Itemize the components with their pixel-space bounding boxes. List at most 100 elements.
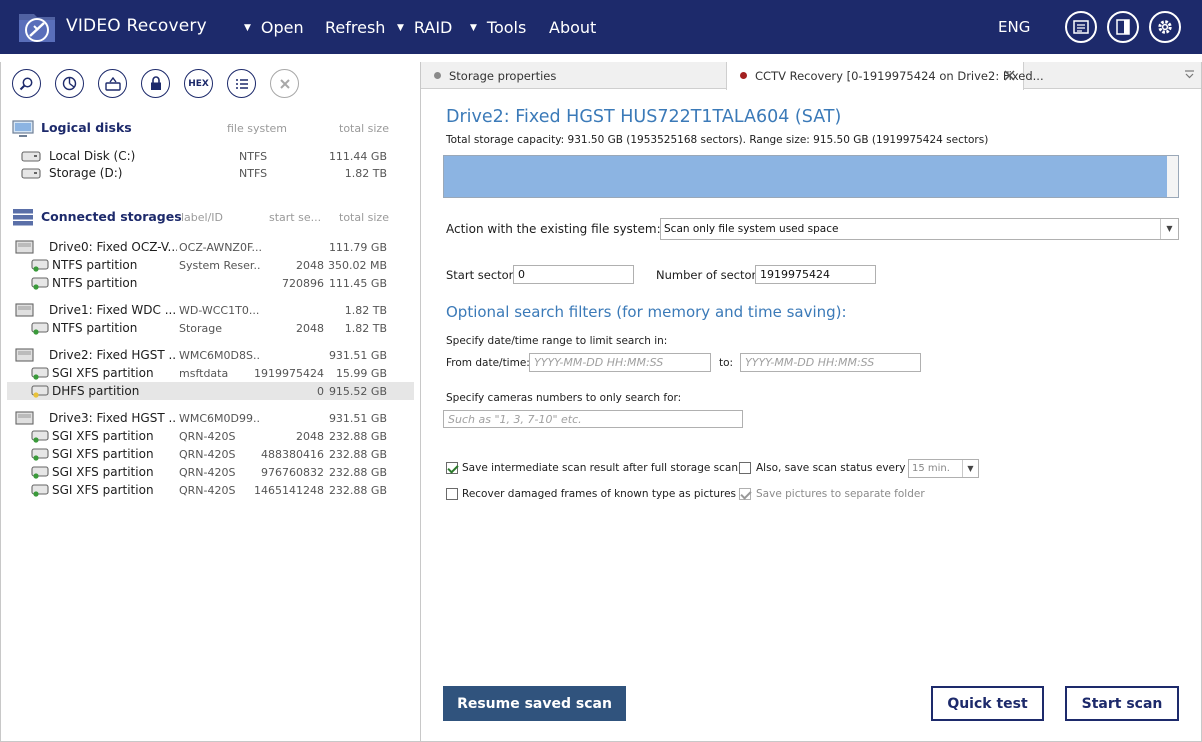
disk-name: Storage (D:) xyxy=(49,166,123,180)
action-select[interactable]: Scan only file system used space ▼ xyxy=(660,218,1179,240)
col-start-sector: start se... xyxy=(269,211,322,224)
panel-toggle-button[interactable] xyxy=(1107,11,1139,43)
tab-label: CCTV Recovery [0-1919975424 on Drive2: F… xyxy=(755,69,1044,83)
chevron-down-icon: ▼ xyxy=(1160,219,1178,239)
date-range-hint: Specify date/time range to limit search … xyxy=(446,335,668,347)
resume-saved-scan-button[interactable]: Resume saved scan xyxy=(443,686,626,721)
storage-name: SGI XFS partition xyxy=(52,483,154,497)
disk-name: Local Disk (C:) xyxy=(49,149,136,163)
partition-row[interactable]: SGI XFS partition QRN-420S 488380416 232.88… xyxy=(7,445,414,463)
disk-fs: NTFS xyxy=(239,150,268,163)
partition-row[interactable]: SGI XFS partition QRN-420S 976760832 232.88… xyxy=(7,463,414,481)
tab-cctv-recovery[interactable]: CCTV Recovery [0-1919975424 on Drive2: F… xyxy=(726,62,1044,90)
to-date-input[interactable] xyxy=(740,353,921,372)
close-button[interactable] xyxy=(270,69,299,98)
chevron-down-icon: ▼ xyxy=(962,460,978,477)
from-date-label: From date/time: xyxy=(446,357,530,369)
panel-icon xyxy=(1116,19,1130,35)
number-of-sectors-input[interactable] xyxy=(755,265,876,284)
range-bar[interactable] xyxy=(443,155,1179,198)
menu-tools-label: Tools xyxy=(486,18,527,37)
partition-icon xyxy=(31,367,49,380)
menu-refresh[interactable]: Refresh xyxy=(325,18,385,37)
logical-disks-header: Logical disks xyxy=(41,120,132,135)
tab-dot-icon xyxy=(740,72,747,79)
col-storage-size: total size xyxy=(339,211,389,224)
partition-row[interactable]: NTFS partition System Reser... 2048 350.02 … xyxy=(7,256,414,274)
partition-row[interactable]: SGI XFS partition msftdata 1919975424 15.99… xyxy=(7,364,414,382)
language-selector[interactable]: ENG xyxy=(998,18,1030,36)
partition-row[interactable]: SGI XFS partition QRN-420S 1465141248 232.8… xyxy=(7,481,414,499)
search-button[interactable] xyxy=(12,69,41,98)
tab-storage-properties[interactable]: Storage properties xyxy=(421,62,726,89)
partition-row[interactable]: NTFS partition 720896 111.45 GB xyxy=(7,274,414,292)
storage-label: WMC6M0D8S... xyxy=(179,349,261,362)
chart-icon xyxy=(62,76,77,91)
storage-size: 931.51 GB xyxy=(328,412,387,425)
cameras-hint: Specify cameras numbers to only search f… xyxy=(446,392,682,404)
hex-button[interactable]: HEX xyxy=(184,69,213,98)
menu-raid[interactable]: ▼ RAID xyxy=(397,18,452,37)
drive-row[interactable]: Drive2: Fixed HGST ... WMC6M0D8S... 931.51… xyxy=(7,346,414,364)
save-status-checkbox[interactable] xyxy=(739,462,751,474)
partition-icon xyxy=(31,322,49,335)
storage-name: DHFS partition xyxy=(52,384,140,398)
range-bar-fill xyxy=(444,156,1167,197)
drive-row[interactable]: Drive0: Fixed OCZ-V... OCZ-AWNZ0F... 111.7… xyxy=(7,238,414,256)
list-icon xyxy=(235,78,248,89)
recover-frames-checkbox[interactable] xyxy=(446,488,458,500)
tab-close-icon[interactable] xyxy=(1004,70,1015,81)
cameras-input[interactable] xyxy=(443,410,743,428)
storage-name: Drive1: Fixed WDC ... xyxy=(49,303,177,317)
logical-disk-row[interactable]: Storage (D:) NTFS 1.82 TB xyxy=(7,164,414,182)
from-date-input[interactable] xyxy=(529,353,711,372)
drive-icon xyxy=(15,348,34,362)
partition-row[interactable]: DHFS partition 0 915.52 GB xyxy=(7,382,414,400)
monitor-icon xyxy=(12,120,34,137)
lock-icon xyxy=(150,76,161,90)
tab-dot-icon xyxy=(434,72,441,79)
encryption-button[interactable] xyxy=(141,69,170,98)
quick-test-button[interactable]: Quick test xyxy=(931,686,1044,721)
partition-icon xyxy=(31,484,49,497)
disk-icon xyxy=(21,151,41,162)
partition-icon xyxy=(31,277,49,290)
storage-size: 232.88 GB xyxy=(328,430,387,443)
drive-row[interactable]: Drive1: Fixed WDC ... WD-WCC1T0... 1.82 TB xyxy=(7,301,414,319)
storage-size: 350.02 MB xyxy=(327,259,387,272)
capacity-info: Total storage capacity: 931.50 GB (19535… xyxy=(446,134,989,146)
menu-about-label: About xyxy=(549,18,597,37)
interval-select[interactable]: 15 min. ▼ xyxy=(908,459,979,478)
storage-name: NTFS partition xyxy=(52,321,138,335)
partition-row[interactable]: NTFS partition Storage 2048 1.82 TB xyxy=(7,319,414,337)
separate-folder-checkbox[interactable] xyxy=(739,488,751,500)
disk-size: 111.44 GB xyxy=(328,150,387,163)
disk-image-icon xyxy=(104,76,121,91)
drive-icon xyxy=(15,411,34,425)
menu-tools[interactable]: ▼ Tools xyxy=(470,18,526,37)
dropdown-arrow-icon: ▼ xyxy=(397,23,404,33)
menu-about[interactable]: About xyxy=(549,18,596,37)
menu-refresh-label: Refresh xyxy=(325,18,386,37)
tab-bar: Storage properties CCTV Recovery [0-1919… xyxy=(421,62,1201,90)
logical-disk-row[interactable]: Local Disk (C:) NTFS 111.44 GB xyxy=(7,147,414,165)
drive-icon xyxy=(15,240,34,254)
tab-menu-icon[interactable] xyxy=(1184,69,1195,79)
start-sector-input[interactable] xyxy=(513,265,634,284)
to-date-label: to: xyxy=(719,357,734,369)
settings-button[interactable] xyxy=(1149,11,1181,43)
storage-size: 931.51 GB xyxy=(328,349,387,362)
action-select-value: Scan only file system used space xyxy=(664,223,839,235)
list-button[interactable] xyxy=(227,69,256,98)
partition-icon xyxy=(31,466,49,479)
storage-name: SGI XFS partition xyxy=(52,429,154,443)
save-intermediate-checkbox[interactable] xyxy=(446,462,458,474)
menu-open[interactable]: ▼ Open xyxy=(244,18,304,37)
drive-row[interactable]: Drive3: Fixed HGST ... WMC6M0D99... 931.51… xyxy=(7,409,414,427)
image-button[interactable] xyxy=(98,69,127,98)
properties-button[interactable] xyxy=(55,69,84,98)
partition-row[interactable]: SGI XFS partition QRN-420S 2048 232.88 GB xyxy=(7,427,414,445)
start-scan-button[interactable]: Start scan xyxy=(1065,686,1179,721)
number-of-sectors-label: Number of sectors: xyxy=(656,268,767,282)
log-button[interactable] xyxy=(1065,11,1097,43)
